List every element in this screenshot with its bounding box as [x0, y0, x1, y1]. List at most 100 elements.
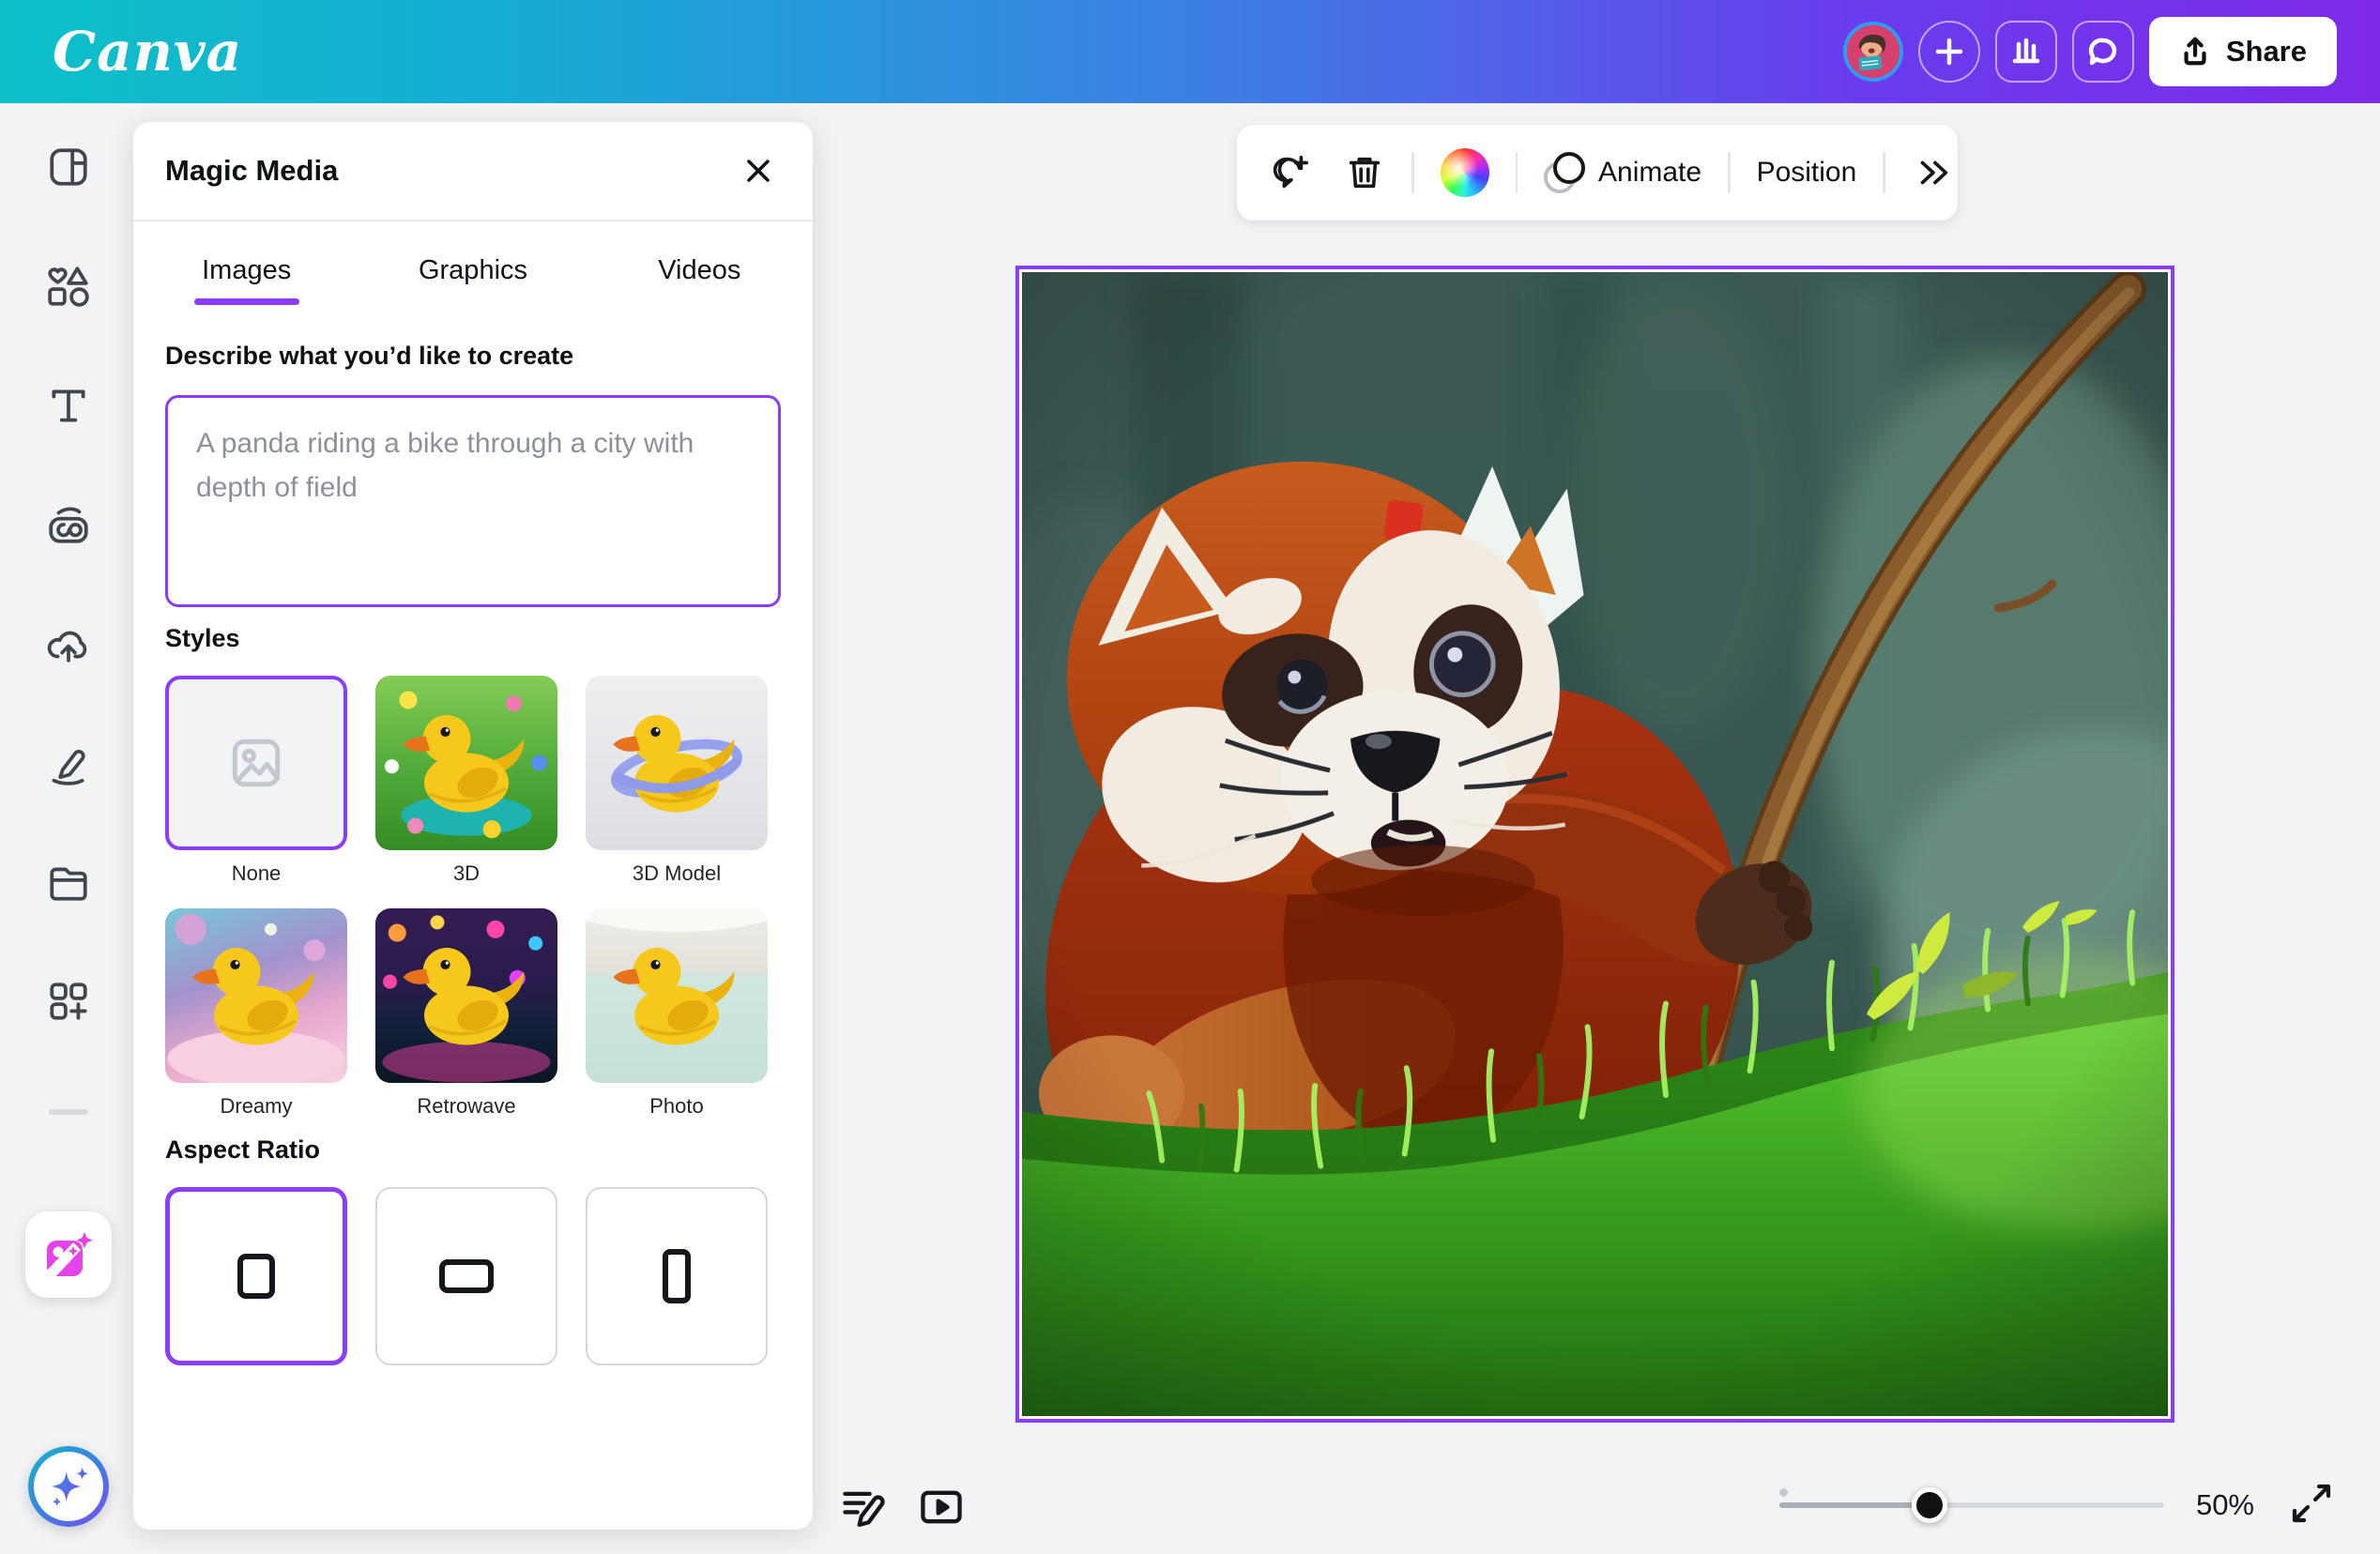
tab-graphics[interactable]: Graphics [359, 221, 586, 319]
sidebar-item-apps[interactable] [38, 971, 99, 1031]
workspace: Animate Position [0, 103, 2380, 1554]
sidebar-item-text[interactable] [38, 375, 99, 435]
style-option-3d-model[interactable]: 3D Model [586, 676, 768, 886]
style-option-photo[interactable]: Photo [586, 908, 768, 1119]
style-option-3d[interactable]: 3D [375, 676, 557, 886]
presentation-icon [918, 1484, 965, 1531]
magic-media-panel: Magic Media Images Graphics Videos Descr [133, 122, 813, 1530]
styles-label: Styles [165, 624, 781, 653]
prompt-input[interactable] [165, 395, 781, 607]
duck-3d-model-thumbnail [606, 693, 747, 833]
aspect-ratio-row [165, 1187, 781, 1365]
sidebar-item-draw[interactable] [38, 733, 99, 793]
notes-icon [839, 1484, 886, 1531]
close-panel-button[interactable] [732, 145, 785, 197]
element-toolbar: Animate Position [1237, 125, 1958, 221]
draw-pen-icon [46, 740, 91, 785]
color-button[interactable] [1433, 141, 1497, 205]
close-icon [741, 154, 775, 188]
style-thumb-dreamy [165, 908, 347, 1083]
selected-image[interactable] [1015, 266, 2174, 1423]
plus-icon [1932, 35, 1966, 69]
apps-icon [46, 979, 91, 1024]
style-option-dreamy[interactable]: Dreamy [165, 908, 347, 1119]
sidebar-item-elements[interactable] [38, 256, 99, 316]
animate-label: Animate [1598, 157, 1701, 189]
tab-images[interactable]: Images [133, 221, 359, 319]
bar-chart-icon [2009, 35, 2043, 69]
elements-icon [46, 264, 91, 309]
style-option-none[interactable]: None [165, 676, 347, 886]
style-thumb-retrowave [375, 908, 557, 1083]
style-label: Photo [649, 1094, 704, 1119]
add-member-button[interactable] [1918, 21, 1980, 83]
aspect-ratio-label: Aspect Ratio [165, 1135, 781, 1165]
text-icon [46, 383, 91, 428]
sidebar-item-projects[interactable] [38, 852, 99, 912]
folder-icon [46, 860, 91, 905]
style-thumb-photo [586, 908, 768, 1083]
panel-tabs: Images Graphics Videos [133, 221, 813, 319]
zoom-slider[interactable] [1779, 1486, 2164, 1524]
aspect-option-portrait[interactable] [586, 1187, 768, 1365]
add-comment-button[interactable] [1261, 145, 1318, 201]
style-thumb-none [165, 676, 347, 850]
tab-graphics-label: Graphics [419, 255, 527, 285]
upload-cloud-icon [46, 621, 91, 666]
describe-label: Describe what you’d like to create [165, 342, 781, 371]
style-option-retrowave[interactable]: Retrowave [375, 908, 557, 1119]
animate-icon [1544, 152, 1585, 193]
color-wheel-icon [1441, 148, 1489, 197]
double-chevron-right-icon [1912, 152, 1953, 193]
position-button[interactable]: Position [1749, 149, 1865, 196]
duck-3d-thumbnail [396, 693, 537, 833]
toolbar-divider [1883, 152, 1885, 193]
bottom-right-tools: 50% [1779, 1478, 2337, 1531]
aspect-option-landscape[interactable] [375, 1187, 557, 1365]
insights-button[interactable] [1995, 21, 2057, 83]
topbar-actions: Share [1843, 0, 2337, 103]
sidebar-item-magic-media[interactable] [25, 1211, 112, 1298]
more-options-button[interactable] [1904, 145, 1960, 201]
add-comment-icon [1269, 152, 1310, 193]
sidebar-item-uploads[interactable] [38, 614, 99, 674]
bottom-left-tools [835, 1480, 969, 1537]
comments-button[interactable] [2072, 21, 2134, 83]
sidebar-item-brand[interactable] [38, 495, 99, 555]
style-label: 3D [453, 861, 480, 886]
delete-button[interactable] [1336, 145, 1393, 201]
red-panda-artwork [1022, 272, 2168, 1416]
toolbar-divider [1516, 152, 1518, 193]
fullscreen-button[interactable] [2286, 1478, 2337, 1531]
style-label: Retrowave [417, 1094, 515, 1119]
animate-button[interactable]: Animate [1536, 145, 1709, 201]
duck-photo-thumbnail [606, 925, 747, 1066]
assistant-button[interactable] [28, 1446, 109, 1527]
share-button[interactable]: Share [2149, 17, 2337, 86]
position-label: Position [1757, 157, 1857, 189]
styles-row-2: Dreamy Retrowave Photo [165, 908, 781, 1119]
toolbar-divider [1411, 152, 1414, 193]
trash-icon [1344, 152, 1385, 193]
expand-icon [2290, 1482, 2333, 1525]
avatar[interactable] [1843, 22, 1903, 82]
duck-retrowave-thumbnail [396, 925, 537, 1066]
canva-app: Canva [0, 0, 2380, 1554]
styles-row-1: None 3D [165, 676, 781, 886]
zoom-fill [1779, 1502, 1930, 1508]
sidebar [0, 103, 136, 1554]
share-upload-icon [2179, 36, 2211, 68]
canva-logo[interactable]: Canva [53, 20, 242, 84]
portrait-ratio-icon [663, 1249, 691, 1303]
style-label: None [232, 861, 282, 886]
sparkles-icon [43, 1461, 94, 1512]
zoom-knob[interactable] [1912, 1487, 1947, 1523]
present-button[interactable] [914, 1480, 969, 1537]
toolbar-divider [1728, 152, 1731, 193]
aspect-option-square[interactable] [165, 1187, 347, 1365]
tab-videos[interactable]: Videos [587, 221, 813, 319]
zoom-percent: 50% [2196, 1488, 2254, 1522]
share-label: Share [2226, 35, 2307, 69]
sidebar-item-design[interactable] [38, 137, 99, 197]
notes-button[interactable] [835, 1480, 890, 1537]
